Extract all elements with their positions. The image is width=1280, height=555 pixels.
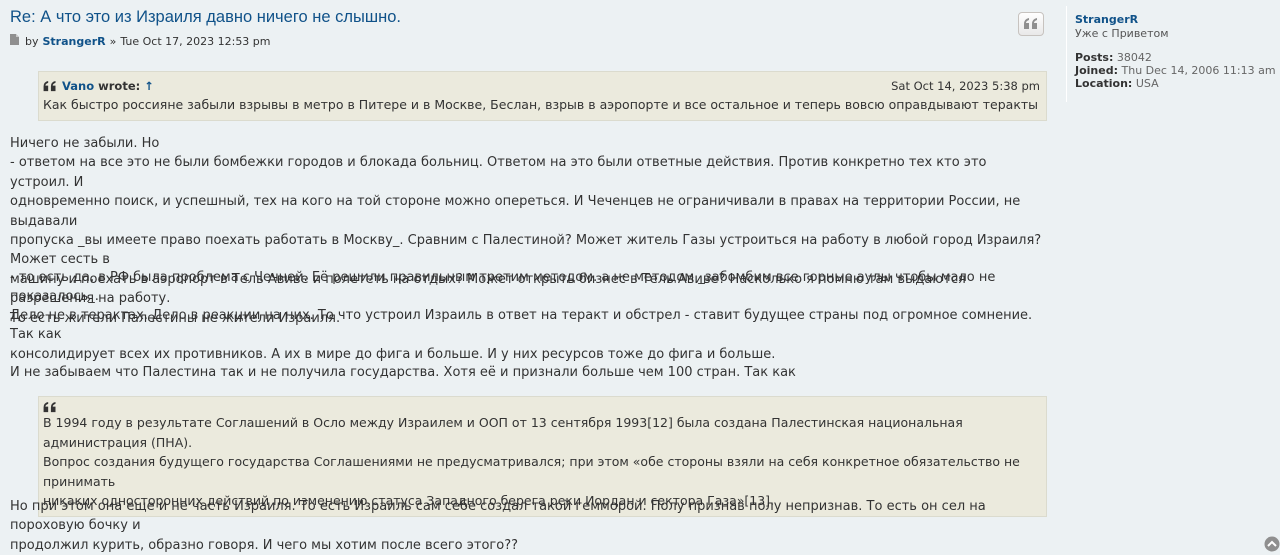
text-line: - ответом на все это не были бомбежки го…: [10, 155, 987, 190]
joined-label: Joined:: [1075, 64, 1118, 77]
text-line: Но при этом она еще и не часть Израиля. …: [10, 499, 986, 534]
text-line: И не забываем что Палестина так и не пол…: [10, 365, 796, 380]
quote-button[interactable]: [1018, 12, 1044, 36]
post-author-line: by StrangerR » Tue Oct 17, 2023 12:53 pm: [10, 34, 271, 48]
document-icon[interactable]: [10, 34, 19, 48]
post-profile: StrangerR Уже с Приветом Posts: 38042 Jo…: [1066, 6, 1280, 102]
text-line: Дело не в терактах. Дело в реакции на ни…: [10, 308, 1033, 343]
quote-vano: Vano wrote: ↑ Sat Oct 14, 2023 5:38 pm К…: [38, 71, 1047, 121]
profile-posts: Posts: 38042: [1075, 51, 1280, 64]
quote-line: Вопрос создания будущего государства Сог…: [43, 454, 1020, 489]
back-to-top-button[interactable]: [1264, 536, 1280, 552]
profile-joined: Joined: Thu Dec 14, 2006 11:13 am: [1075, 64, 1280, 77]
posts-label: Posts:: [1075, 51, 1114, 64]
text-line: Ничего не забыли. Но: [10, 136, 160, 151]
quote-cite: Vano wrote: ↑ Sat Oct 14, 2023 5:38 pm: [43, 77, 1040, 95]
quote-icon: [1024, 18, 1037, 29]
quote-date: Sat Oct 14, 2023 5:38 pm: [891, 79, 1040, 93]
profile-stats: Posts: 38042 Joined: Thu Dec 14, 2006 11…: [1075, 51, 1280, 90]
joined-value: Thu Dec 14, 2006 11:13 am: [1121, 64, 1276, 77]
text-line: консолидирует всех их противников. А их …: [10, 346, 776, 362]
paragraph-2: - то есть да, в РФ была проблема с Чечне…: [10, 268, 1050, 307]
post-title[interactable]: Re: А что это из Израиля давно ничего не…: [10, 8, 401, 27]
separator: »: [109, 34, 117, 48]
profile-username-link[interactable]: StrangerR: [1075, 13, 1280, 26]
quote-line: В 1994 году в результате Соглашений в Ос…: [43, 415, 963, 450]
quote-cite: [43, 402, 1040, 413]
chevron-up-circle-icon: [1264, 536, 1280, 552]
quote-icon: [43, 402, 56, 413]
location-value: USA: [1135, 77, 1159, 90]
by-label: by: [25, 34, 39, 48]
text-line: продолжил курить, образно говоря. И чего…: [10, 537, 518, 553]
profile-rank: Уже с Приветом: [1075, 27, 1169, 40]
quote-author-link[interactable]: Vano: [62, 77, 94, 95]
author-link[interactable]: StrangerR: [43, 35, 106, 48]
text-line: одновременно поиск, и успешный, тех на к…: [10, 194, 1021, 229]
posts-count-link[interactable]: 38042: [1117, 51, 1152, 64]
location-label: Location:: [1075, 77, 1133, 90]
paragraph-4: И не забываем что Палестина так и не пол…: [10, 363, 1050, 382]
view-quoted-post-link[interactable]: ↑: [144, 77, 154, 95]
quote-icon: [43, 80, 56, 91]
paragraph-5: Но при этом она еще и не часть Израиля. …: [10, 497, 1050, 555]
quote-text: Как быстро россияне забыли взрывы в метр…: [43, 97, 1040, 112]
wrote-label: wrote:: [98, 79, 141, 93]
text-line: пропуска _вы имеете право поехать работа…: [10, 233, 1042, 268]
post-date: Tue Oct 17, 2023 12:53 pm: [120, 34, 271, 48]
text-line: - то есть да, в РФ была проблема с Чечне…: [10, 270, 996, 305]
profile-location: Location: USA: [1075, 77, 1280, 90]
post: Re: А что это из Израиля давно ничего не…: [0, 0, 1280, 555]
paragraph-3: Дело не в терактах. Дело в реакции на ни…: [10, 306, 1050, 364]
